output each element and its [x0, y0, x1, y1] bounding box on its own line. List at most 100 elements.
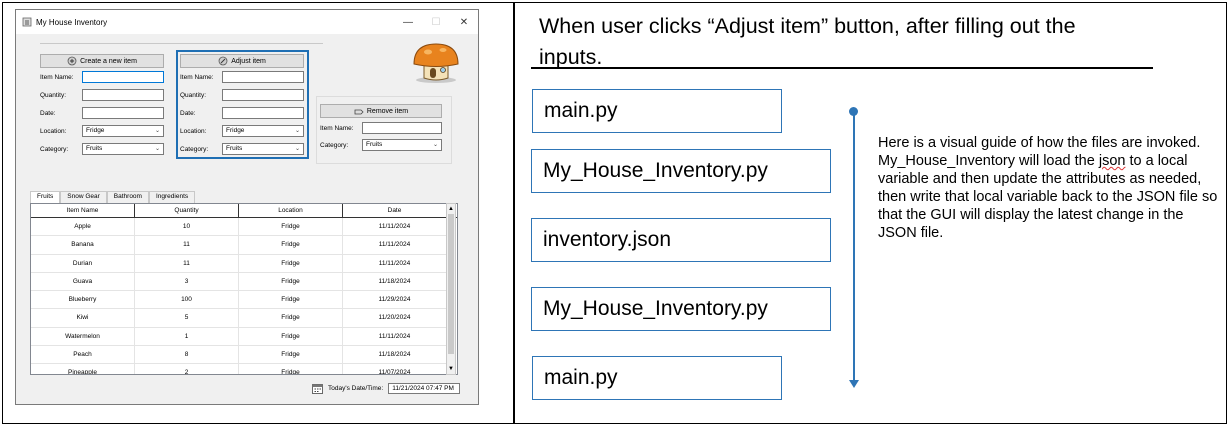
table-row[interactable]: Pineapple 2 Fridge 11/07/2024 [31, 364, 457, 374]
table-cell: 10 [135, 218, 239, 237]
table-row[interactable]: Watermelon 1 Fridge 11/11/2024 [31, 327, 457, 347]
column-header[interactable]: Item Name [31, 204, 135, 217]
table-cell: 11/11/2024 [343, 254, 447, 273]
remove-item-button[interactable]: Remove item [320, 104, 442, 118]
category-tabs: Fruits Snow Gear Bathroom Ingredients [30, 191, 196, 203]
adjust-date-label: Date: [180, 110, 196, 117]
create-category-select[interactable]: Fruits ⌄ [82, 143, 164, 155]
table-scrollbar[interactable]: ▲ ▼ [446, 203, 456, 375]
app-icon [22, 17, 32, 27]
table-cell: Kiwi [31, 309, 135, 328]
table-row[interactable]: Kiwi 5 Fridge 11/20/2024 [31, 309, 457, 328]
table-body: Apple 10 Fridge 11/11/2024 Banana 11 Fridge 11/… [31, 218, 457, 374]
table-cell: Fridge [239, 346, 343, 365]
remove-item-label: Remove item [366, 107, 409, 115]
file-box-main-bottom: main.py [532, 356, 782, 400]
table-cell: 11 [135, 254, 239, 273]
table-cell: 11/29/2024 [343, 291, 447, 310]
create-quantity-input[interactable] [82, 89, 164, 101]
minimize-button[interactable]: — [394, 17, 422, 28]
table-cell: 11/07/2024 [343, 364, 447, 374]
maximize-button[interactable]: ☐ [422, 17, 450, 28]
table-row[interactable]: Peach 8 Fridge 11/18/2024 [31, 346, 457, 365]
table-row[interactable]: Apple 10 Fridge 11/11/2024 [31, 218, 457, 237]
file-box-main-top: main.py [532, 89, 782, 133]
scroll-down-icon[interactable]: ▼ [447, 364, 455, 374]
layout-table: My House Inventory — ☐ ✕ Create a new it… [2, 2, 1227, 424]
table-row[interactable]: Durian 11 Fridge 11/11/2024 [31, 254, 457, 273]
table-cell: Fridge [239, 309, 343, 328]
table-cell: Fridge [239, 218, 343, 237]
table-cell: 5 [135, 309, 239, 328]
chevron-down-icon: ⌄ [294, 146, 300, 152]
adjust-item-label: Adjust item [231, 57, 266, 65]
table-cell: 11/18/2024 [343, 272, 447, 292]
close-button[interactable]: ✕ [450, 17, 478, 28]
create-date-input[interactable] [82, 107, 164, 119]
create-date-label: Date: [40, 110, 56, 117]
app-window: My House Inventory — ☐ ✕ Create a new it… [15, 9, 479, 405]
inventory-table: Item Name Quantity Location Date Apple 10… [30, 203, 458, 375]
table-row[interactable]: Banana 11 Fridge 11/11/2024 [31, 236, 457, 255]
adjust-quantity-label: Quantity: [180, 92, 207, 99]
tab-bathroom[interactable]: Bathroom [106, 191, 149, 203]
table-cell: Fridge [239, 272, 343, 292]
adjust-date-input[interactable] [222, 107, 304, 119]
file-label: My_House_Inventory.py [543, 159, 768, 182]
table-divider [513, 3, 515, 423]
scroll-up-icon[interactable]: ▲ [447, 204, 455, 214]
adjust-item-name-label: Item Name: [180, 74, 214, 81]
adjust-item-name-input[interactable] [222, 71, 304, 83]
create-item-label: Create a new item [80, 57, 137, 65]
adjust-category-label: Category: [180, 146, 209, 153]
table-row[interactable]: Blueberry 100 Fridge 11/29/2024 [31, 291, 457, 310]
adjust-category-select[interactable]: Fruits ⌄ [222, 143, 304, 155]
tab-snow-gear[interactable]: Snow Gear [60, 191, 107, 203]
date-time-row: Today's Date/Time: 11/21/2024 07:47 PM [312, 383, 461, 394]
remove-item-name-input[interactable] [362, 122, 442, 134]
create-category-value: Fruits [86, 145, 103, 152]
table-cell: Blueberry [31, 291, 135, 310]
adjust-icon [218, 56, 228, 66]
adjust-location-select[interactable]: Fridge ⌄ [222, 125, 304, 137]
table-cell: 100 [135, 291, 239, 310]
flow-arrow-line [853, 111, 855, 383]
file-label: inventory.json [543, 228, 672, 251]
create-location-label: Location: [40, 128, 67, 135]
table-cell: Durian [31, 254, 135, 273]
adjust-location-value: Fridge [226, 127, 245, 134]
table-row[interactable]: Guava 3 Fridge 11/18/2024 [31, 272, 457, 292]
adjust-category-value: Fruits [226, 145, 243, 152]
create-location-select[interactable]: Fridge ⌄ [82, 125, 164, 137]
column-header[interactable]: Location [239, 204, 343, 217]
table-cell: Fridge [239, 291, 343, 310]
column-header[interactable]: Quantity [135, 204, 239, 217]
tab-ingredients[interactable]: Ingredients [148, 191, 196, 203]
remove-category-select[interactable]: Fruits ⌄ [362, 139, 442, 151]
create-icon [67, 56, 77, 66]
adjust-location-label: Location: [180, 128, 207, 135]
table-cell: Fridge [239, 327, 343, 347]
column-header[interactable]: Date [343, 204, 447, 217]
adjust-item-button[interactable]: Adjust item [180, 54, 304, 68]
file-box-inventory-module-bottom: My_House_Inventory.py [531, 287, 831, 331]
file-label: main.py [544, 99, 618, 122]
chevron-down-icon: ⌄ [294, 128, 300, 134]
create-item-button[interactable]: Create a new item [40, 54, 164, 68]
adjust-quantity-input[interactable] [222, 89, 304, 101]
heading-line-1: When user clicks “Adjust item” button, a… [539, 14, 1076, 38]
create-item-name-input[interactable] [82, 71, 164, 83]
table-cell: Fridge [239, 236, 343, 255]
remove-item-name-label: Item Name: [320, 125, 354, 132]
tab-fruits[interactable]: Fruits [30, 191, 61, 203]
note-flagged-word: json [1098, 153, 1126, 169]
create-item-name-label: Item Name: [40, 74, 74, 81]
remove-category-label: Category: [320, 142, 349, 149]
calendar-icon [312, 384, 323, 394]
table-cell: 8 [135, 346, 239, 365]
table-cell: 11/18/2024 [343, 346, 447, 365]
scrollbar-thumb[interactable] [448, 214, 454, 354]
explanation-note: Here is a visual guide of how the files … [878, 134, 1218, 242]
separator [40, 43, 323, 44]
table-cell: Fridge [239, 254, 343, 273]
